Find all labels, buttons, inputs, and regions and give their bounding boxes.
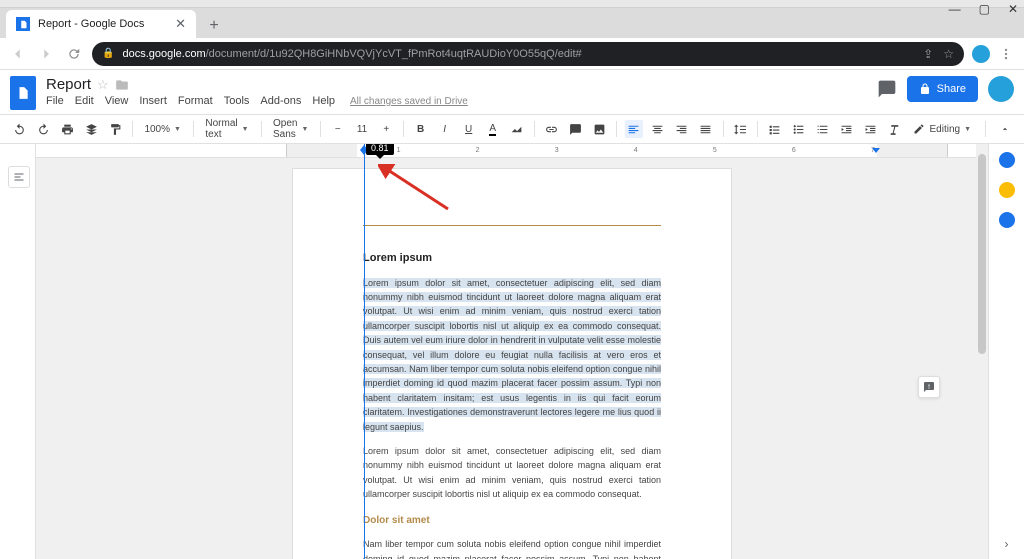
indent-tooltip: 0.81 <box>366 144 394 155</box>
insert-image-button[interactable] <box>590 120 608 138</box>
save-status[interactable]: All changes saved in Drive <box>350 96 468 107</box>
align-right-button[interactable] <box>673 120 691 138</box>
insert-comment-button[interactable] <box>566 120 584 138</box>
clear-formatting-button[interactable] <box>885 120 903 138</box>
os-minimize-button[interactable]: — <box>949 2 961 16</box>
docs-logo-icon[interactable] <box>10 76 36 110</box>
comments-button[interactable] <box>877 79 897 99</box>
horizontal-ruler[interactable]: 1234567 0.81 <box>36 144 988 158</box>
share-url-icon[interactable]: ⇪ <box>923 47 933 61</box>
profile-avatar[interactable] <box>988 76 1014 102</box>
checklist-button[interactable] <box>765 120 783 138</box>
align-justify-button[interactable] <box>697 120 715 138</box>
print-button[interactable] <box>58 120 76 138</box>
insert-link-button[interactable] <box>542 120 560 138</box>
share-button[interactable]: Share <box>907 76 978 102</box>
highlight-button[interactable] <box>508 120 526 138</box>
browser-tab-active[interactable]: Report - Google Docs ✕ <box>6 10 196 38</box>
docs-favicon-icon <box>16 17 30 31</box>
left-gutter <box>0 144 36 559</box>
mode-dropdown[interactable]: Editing▼ <box>909 123 975 135</box>
back-button[interactable] <box>8 44 28 64</box>
move-to-folder-button[interactable] <box>115 78 129 92</box>
os-close-button[interactable]: ✕ <box>1008 2 1018 16</box>
formatting-toolbar: 100%▼ Normal text▼ Open Sans▼ − 11 + B I… <box>0 114 1024 144</box>
page-area[interactable]: 1234567 0.81 Lorem ipsum Lorem ipsum dol… <box>36 144 988 559</box>
address-bar[interactable]: 🔒 docs.google.com/document/d/1u92QH8GiHN… <box>92 42 964 66</box>
browser-tab-strip: Report - Google Docs ✕ + <box>0 8 1024 38</box>
menu-edit[interactable]: Edit <box>75 95 94 107</box>
paragraph-2[interactable]: Lorem ipsum dolor sit amet, consectetuer… <box>363 444 661 502</box>
underline-button[interactable]: U <box>460 120 478 138</box>
share-label: Share <box>937 83 966 95</box>
os-maximize-button[interactable]: ▢ <box>979 2 990 16</box>
tasks-addon-icon[interactable] <box>999 212 1015 228</box>
font-size-increase[interactable]: + <box>377 120 395 138</box>
paragraph-1-selected[interactable]: Lorem ipsum dolor sit amet, consectetuer… <box>363 276 661 434</box>
menu-insert[interactable]: Insert <box>139 95 167 107</box>
scrollbar-thumb[interactable] <box>978 154 986 354</box>
menu-bar: File Edit View Insert Format Tools Add-o… <box>46 95 867 107</box>
browser-toolbar: 🔒 docs.google.com/document/d/1u92QH8GiHN… <box>0 38 1024 70</box>
align-center-button[interactable] <box>649 120 667 138</box>
bookmark-star-icon[interactable]: ☆ <box>943 47 954 61</box>
document-page[interactable]: Lorem ipsum Lorem ipsum dolor sit amet, … <box>292 168 732 559</box>
extension-area <box>972 44 1016 64</box>
menu-view[interactable]: View <box>105 95 129 107</box>
browser-tab-title: Report - Google Docs <box>38 18 167 30</box>
italic-button[interactable]: I <box>436 120 454 138</box>
line-spacing-button[interactable] <box>731 120 749 138</box>
font-dropdown[interactable]: Open Sans▼ <box>269 118 312 140</box>
paragraph-3[interactable]: Nam liber tempor cum soluta nobis eleife… <box>363 537 661 559</box>
paint-format-button[interactable] <box>106 120 124 138</box>
redo-button[interactable] <box>34 120 52 138</box>
docs-header: Report ☆ File Edit View Insert Format To… <box>0 70 1024 110</box>
side-panel: › <box>988 144 1024 559</box>
text-color-button[interactable]: A <box>484 120 502 138</box>
menu-tools[interactable]: Tools <box>224 95 250 107</box>
paragraph-style-dropdown[interactable]: Normal text▼ <box>201 118 252 140</box>
forward-button[interactable] <box>36 44 56 64</box>
editor-canvas: 1234567 0.81 Lorem ipsum Lorem ipsum dol… <box>0 144 1024 559</box>
align-left-button[interactable] <box>625 120 643 138</box>
calendar-addon-icon[interactable] <box>999 152 1015 168</box>
right-indent-marker[interactable] <box>872 148 880 153</box>
lock-icon <box>919 83 931 95</box>
extension-icon[interactable] <box>972 45 990 63</box>
star-button[interactable]: ☆ <box>97 77 109 93</box>
increase-indent-button[interactable] <box>861 120 879 138</box>
keep-addon-icon[interactable] <box>999 182 1015 198</box>
new-tab-button[interactable]: + <box>202 14 226 38</box>
os-titlebar: — ▢ ✕ <box>0 0 1024 8</box>
vertical-scrollbar[interactable] <box>976 144 988 559</box>
menu-file[interactable]: File <box>46 95 64 107</box>
heading-lorem-ipsum[interactable]: Lorem ipsum <box>363 250 661 268</box>
numbered-list-button[interactable] <box>813 120 831 138</box>
pencil-icon <box>913 123 925 135</box>
hide-menus-button[interactable] <box>996 120 1014 138</box>
document-title[interactable]: Report <box>46 76 91 93</box>
zoom-dropdown[interactable]: 100%▼ <box>140 124 185 135</box>
menu-addons[interactable]: Add-ons <box>260 95 301 107</box>
font-size-decrease[interactable]: − <box>329 120 347 138</box>
spellcheck-button[interactable] <box>82 120 100 138</box>
undo-button[interactable] <box>10 120 28 138</box>
bulleted-list-button[interactable] <box>789 120 807 138</box>
url-text: docs.google.com/document/d/1u92QH8GiHNbV… <box>122 48 581 60</box>
horizontal-rule <box>363 225 661 226</box>
browser-menu-button[interactable] <box>996 44 1016 64</box>
menu-format[interactable]: Format <box>178 95 213 107</box>
menu-help[interactable]: Help <box>312 95 335 107</box>
lock-icon: 🔒 <box>102 48 114 59</box>
bold-button[interactable]: B <box>412 120 430 138</box>
heading-dolor-sit-amet[interactable]: Dolor sit amet <box>363 513 661 529</box>
reload-button[interactable] <box>64 44 84 64</box>
outline-toggle-button[interactable] <box>8 166 30 188</box>
font-size-input[interactable]: 11 <box>353 124 371 135</box>
decrease-indent-button[interactable] <box>837 120 855 138</box>
add-comment-floating-button[interactable] <box>918 376 940 398</box>
tab-close-button[interactable]: ✕ <box>175 16 186 32</box>
